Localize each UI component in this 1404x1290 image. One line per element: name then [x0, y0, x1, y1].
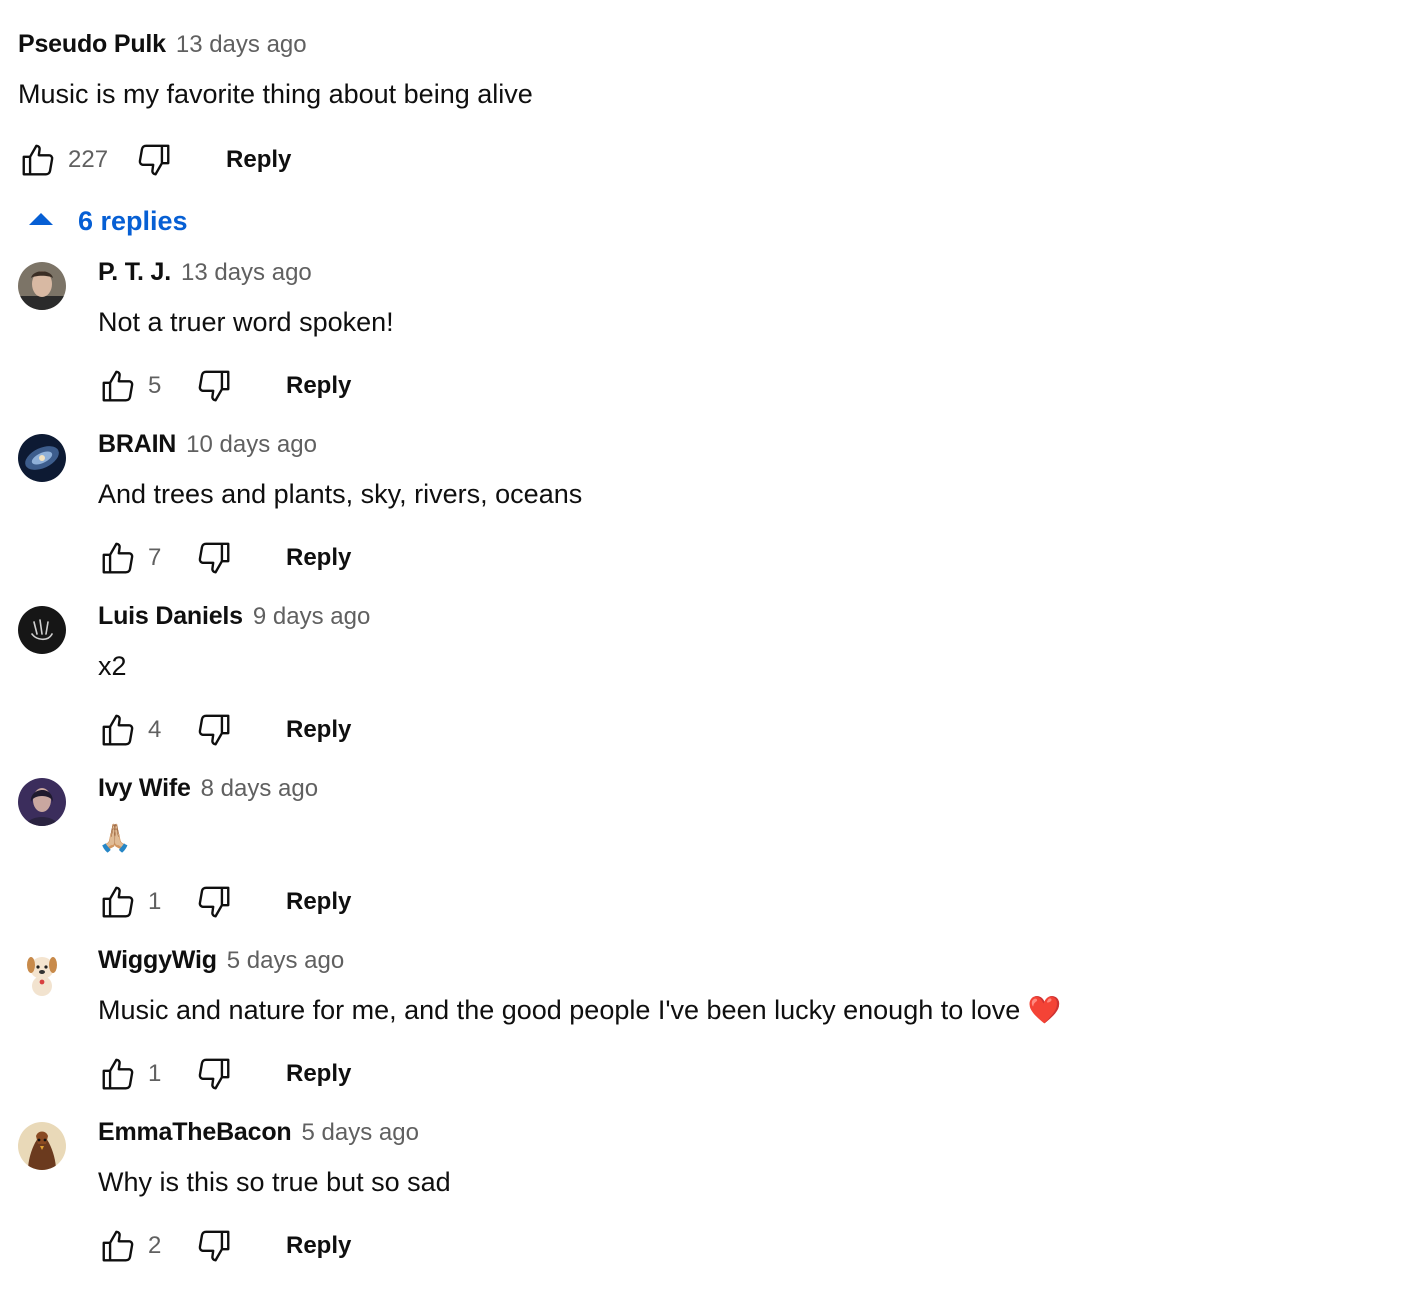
comment-text: Music is my favorite thing about being a… — [18, 79, 533, 109]
reply-button[interactable]: Reply — [286, 888, 351, 916]
thumbs-down-icon[interactable] — [194, 1054, 234, 1094]
like-count: 1 — [148, 1060, 162, 1087]
reply-button[interactable]: Reply — [226, 146, 291, 174]
comment-text: Not a truer word spoken! — [98, 307, 394, 337]
comment-author[interactable]: P. T. J. — [98, 258, 171, 287]
comment-time[interactable]: 8 days ago — [201, 775, 318, 803]
comment-actions: 1 Reply — [98, 1044, 1061, 1104]
reply-item: Luis Daniels 9 days ago x2 4 Reply — [18, 602, 1388, 774]
thumbs-up-icon[interactable] — [98, 882, 138, 922]
reply-body: Luis Daniels 9 days ago x2 4 Reply — [98, 602, 370, 760]
reply-item: P. T. J. 13 days ago Not a truer word sp… — [18, 258, 1388, 430]
comment-time[interactable]: 5 days ago — [227, 947, 344, 975]
comment-author[interactable]: BRAIN — [98, 430, 176, 459]
replies-toggle-label: 6 replies — [78, 206, 188, 236]
top-comment: Pseudo Pulk 13 days ago Music is my favo… — [18, 30, 1378, 190]
avatar[interactable] — [18, 950, 66, 998]
like-count: 227 — [68, 146, 109, 173]
avatar[interactable] — [18, 606, 66, 654]
comment-actions: 7 Reply — [98, 528, 582, 588]
comment-header: Ivy Wife 8 days ago — [98, 774, 351, 818]
comment-actions: 227 Reply — [18, 130, 1378, 190]
reply-button[interactable]: Reply — [286, 1060, 351, 1088]
reply-button[interactable]: Reply — [286, 1232, 351, 1260]
thumbs-up-icon[interactable] — [98, 1054, 138, 1094]
caret-up-icon — [28, 212, 54, 231]
reply-body: P. T. J. 13 days ago Not a truer word sp… — [98, 258, 394, 416]
reply-item: BRAIN 10 days ago And trees and plants, … — [18, 430, 1388, 602]
comment-time[interactable]: 13 days ago — [181, 259, 312, 287]
comment-text: x2 — [98, 651, 127, 681]
like-count: 1 — [148, 888, 162, 915]
avatar[interactable] — [18, 1122, 66, 1170]
like-count: 4 — [148, 716, 162, 743]
comment-author[interactable]: Luis Daniels — [98, 602, 243, 631]
comment-header: P. T. J. 13 days ago — [98, 258, 394, 302]
avatar[interactable] — [18, 778, 66, 826]
comment-author[interactable]: WiggyWig — [98, 946, 217, 975]
comment-header: EmmaTheBacon 5 days ago — [98, 1118, 451, 1162]
comment-time[interactable]: 5 days ago — [302, 1119, 419, 1147]
reply-item: WiggyWig 5 days ago Music and nature for… — [18, 946, 1388, 1118]
comment-actions: 5 Reply — [98, 356, 394, 416]
reply-item: EmmaTheBacon 5 days ago Why is this so t… — [18, 1118, 1388, 1290]
comment-actions: 4 Reply — [98, 700, 370, 760]
reply-item: Ivy Wife 8 days ago 🙏🏼 1 Reply — [18, 774, 1388, 946]
comment-actions: 1 Reply — [98, 872, 351, 932]
comment-header: BRAIN 10 days ago — [98, 430, 582, 474]
comment-time[interactable]: 9 days ago — [253, 603, 370, 631]
replies-toggle-button[interactable]: 6 replies — [28, 206, 188, 237]
thumbs-up-icon[interactable] — [98, 366, 138, 406]
comment-time[interactable]: 13 days ago — [176, 31, 307, 59]
comment-text: And trees and plants, sky, rivers, ocean… — [98, 479, 583, 509]
thumbs-up-icon[interactable] — [18, 140, 58, 180]
comment-header: Pseudo Pulk 13 days ago — [18, 30, 1378, 74]
reply-button[interactable]: Reply — [286, 372, 351, 400]
reply-button[interactable]: Reply — [286, 716, 351, 744]
avatar[interactable] — [18, 262, 66, 310]
avatar[interactable] — [18, 434, 66, 482]
thumbs-down-icon[interactable] — [134, 140, 174, 180]
comment-time[interactable]: 10 days ago — [186, 431, 317, 459]
comment-author[interactable]: Ivy Wife — [98, 774, 191, 803]
like-count: 5 — [148, 372, 162, 399]
reply-body: BRAIN 10 days ago And trees and plants, … — [98, 430, 582, 588]
comment-author[interactable]: EmmaTheBacon — [98, 1118, 292, 1147]
thumbs-down-icon[interactable] — [194, 366, 234, 406]
comment-text: Music and nature for me, and the good pe… — [98, 995, 1062, 1025]
comment-text: 🙏🏼 — [98, 823, 132, 853]
comment-header: Luis Daniels 9 days ago — [98, 602, 370, 646]
thumbs-up-icon[interactable] — [98, 1226, 138, 1266]
like-count: 7 — [148, 544, 162, 571]
thumbs-down-icon[interactable] — [194, 538, 234, 578]
comment-actions: 2 Reply — [98, 1216, 451, 1276]
comment-text: Why is this so true but so sad — [98, 1167, 451, 1197]
thumbs-up-icon[interactable] — [98, 538, 138, 578]
thumbs-up-icon[interactable] — [98, 710, 138, 750]
reply-button[interactable]: Reply — [286, 544, 351, 572]
like-count: 2 — [148, 1232, 162, 1259]
comment-author[interactable]: Pseudo Pulk — [18, 30, 166, 59]
comment-header: WiggyWig 5 days ago — [98, 946, 1061, 990]
reply-body: WiggyWig 5 days ago Music and nature for… — [98, 946, 1061, 1104]
reply-body: EmmaTheBacon 5 days ago Why is this so t… — [98, 1118, 451, 1276]
thumbs-down-icon[interactable] — [194, 710, 234, 750]
replies-list: P. T. J. 13 days ago Not a truer word sp… — [18, 258, 1388, 1290]
reply-body: Ivy Wife 8 days ago 🙏🏼 1 Reply — [98, 774, 351, 932]
thumbs-down-icon[interactable] — [194, 1226, 234, 1266]
thumbs-down-icon[interactable] — [194, 882, 234, 922]
